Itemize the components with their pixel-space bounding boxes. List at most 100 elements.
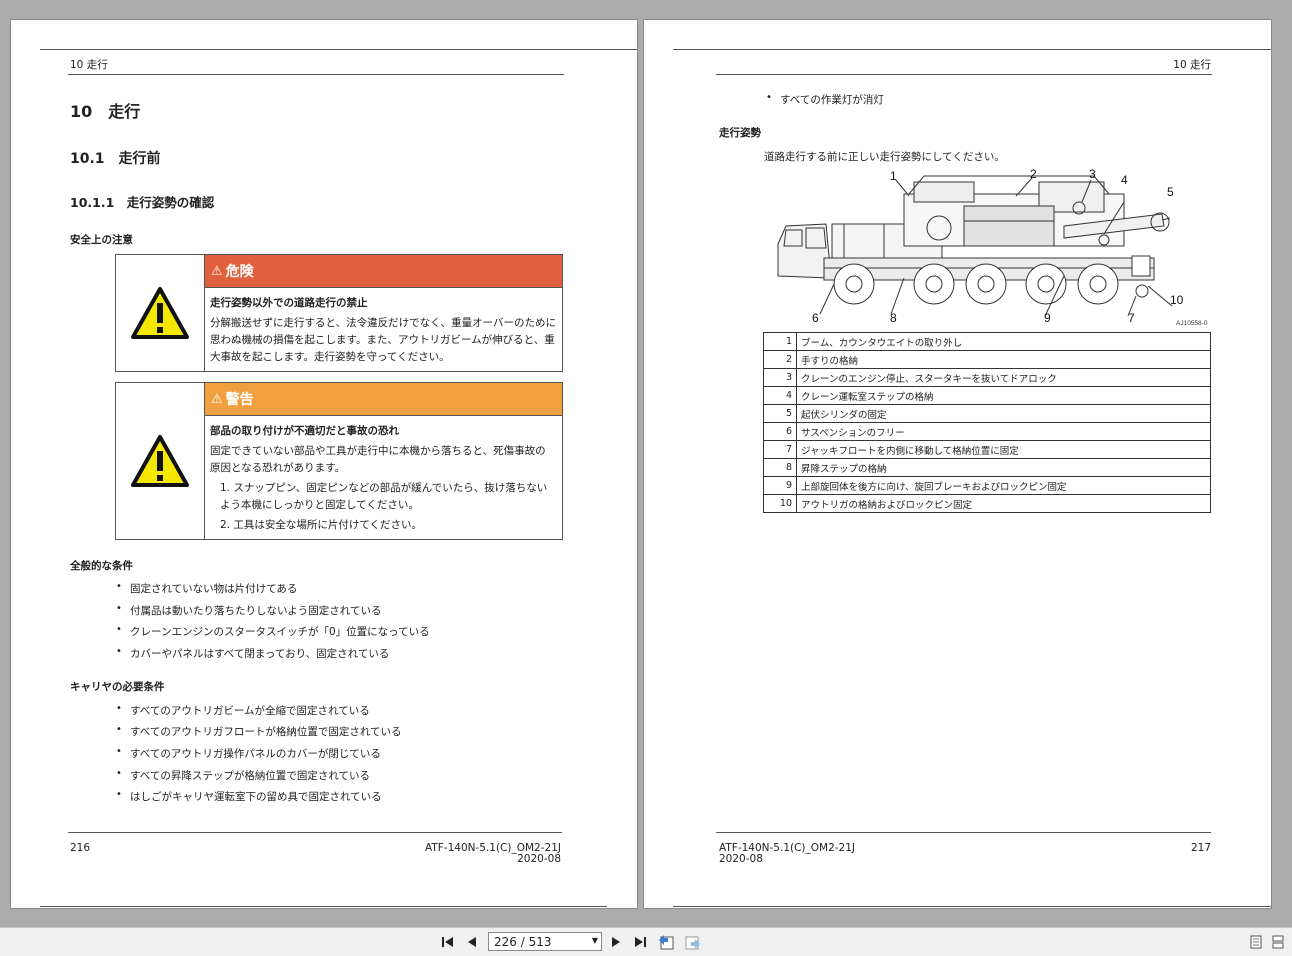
page-bottom-rule [40,906,607,907]
danger-box: ⚠ 危険 走行姿勢以外での道路走行の禁止 分解搬送せずに走行すると、法令違反だけ… [115,254,563,372]
row-text: ブーム、カウンタウエイトの取り外し [796,332,1211,351]
header-top-rule [40,49,637,50]
list-item: すべてのアウトリガビームが全縮で固定されている [116,703,370,718]
last-page-button[interactable] [632,934,648,950]
page-number: 216 [70,842,91,854]
safety-heading: 安全上の注意 [70,234,133,246]
row-number: 10 [763,494,797,513]
continuous-view-icon [1272,935,1284,949]
list-item: すべての作業灯が消灯 [766,92,884,107]
table-row: 5 起伏シリンダの固定 [763,404,1211,423]
row-text: クレーンのエンジン停止、スタータキーを抜いてドアロック [796,368,1211,387]
row-text: 起伏シリンダの固定 [796,404,1211,423]
forward-view-icon [685,936,700,950]
parts-table: 1 ブーム、カウンタウエイトの取り外し 2 手すりの格納 3 クレーンのエンジン停止、… [763,332,1211,513]
list-item: すべてのアウトリガ操作パネルのカバーが閉じている [116,746,381,761]
general-heading: 全般的な条件 [70,560,133,572]
running-header: 10 走行 [1173,59,1211,71]
crane-drawing: 1 2 3 4 5 6 7 8 9 10 AJ10558-0 [777,167,1208,327]
table-row: 2 手すりの格納 [763,350,1211,369]
single-page-icon [1250,935,1262,949]
warning-bar: ⚠ 警告 [205,383,562,416]
danger-label: 危険 [225,264,254,280]
row-number: 9 [763,476,797,495]
callout-label: 10 [1170,293,1184,307]
go-forward-view-button[interactable] [684,934,702,950]
list-item: クレーンエンジンのスタータスイッチが「0」位置になっている [116,624,430,639]
back-view-icon [659,935,674,950]
row-text: サスペンションのフリー [796,422,1211,441]
list-item: すべてのアウトリガフロートが格納位置で固定されている [116,724,402,739]
header-rule [716,74,1212,75]
row-number: 7 [763,440,797,459]
danger-text: 分解搬送せずに走行すると、法令違反だけでなく、重量オーバーのために思わぬ機械の損… [210,317,556,363]
list-item: すべての昇降ステップが格納位置で固定されている [116,768,370,783]
list-item: 付属品は動いたり落ちたりしないよう固定されている [116,603,381,618]
warning-triangle-icon [116,255,205,371]
table-row: 7 ジャッキフロートを内側に移動して格納位置に固定 [763,440,1211,459]
warning-item: 2. 工具は安全な場所に片付けてください。 [220,519,423,531]
next-page-button[interactable] [608,934,624,950]
row-number: 1 [763,332,797,351]
previous-page-button[interactable] [464,934,480,950]
row-number: 6 [763,422,797,441]
row-number: 4 [763,386,797,405]
table-row: 3 クレーンのエンジン停止、スタータキーを抜いてドアロック [763,368,1211,387]
go-back-view-button[interactable] [657,934,675,950]
next-page-icon [612,937,620,947]
callout-label: 1 [890,169,897,183]
warning-label: 警告 [225,392,254,408]
continuous-view-button[interactable] [1270,934,1286,950]
row-text: 手すりの格納 [796,350,1211,369]
previous-page-icon [468,937,476,947]
doc-date: 2020-08 [719,853,763,865]
chapter-title: 10 走行 [70,102,141,121]
travel-heading: 走行姿勢 [719,127,761,139]
alert-icon: ⚠ [211,391,223,407]
callout-label: 5 [1167,185,1174,199]
callout-label: 2 [1030,167,1037,181]
left-page: 10 走行 10 走行 10.1 走行前 10.1.1 走行姿勢の確認 安全上の… [10,19,638,909]
table-row: 10 アウトリガの格納およびロックピン固定 [763,494,1211,513]
subsection-title: 10.1.1 走行姿勢の確認 [70,195,215,210]
list-item: カバーやパネルはすべて閉まっており、固定されている [116,646,389,661]
table-row: 1 ブーム、カウンタウエイトの取り外し [763,332,1211,351]
row-number: 5 [763,404,797,423]
row-text: アウトリガの格納およびロックピン固定 [796,494,1211,513]
carrier-heading: キャリヤの必要条件 [70,681,165,693]
header-top-rule [673,49,1271,50]
warning-item: 1. スナップピン、固定ピンなどの部品が緩んでいたら、抜け落ちないよう本機にしっ… [220,482,548,511]
danger-title: 走行姿勢以外での道路走行の禁止 [210,297,368,309]
running-header: 10 走行 [70,59,108,71]
callout-label: 9 [1044,311,1051,325]
table-row: 4 クレーン運転室ステップの格納 [763,386,1211,405]
footer-rule [68,832,562,833]
navigation-toolbar: 226 / 513 ▼ [0,927,1292,956]
page-selector[interactable]: 226 / 513 ▼ [488,932,602,951]
row-text: 上部旋回体を後方に向け、旋回ブレーキおよびロックピン固定 [796,476,1211,495]
warning-text: 固定できていない部品や工具が走行中に本機から落ちると、死傷事故の原因となる恐れが… [210,445,546,474]
page-number: 217 [1190,842,1211,854]
row-text: ジャッキフロートを内側に移動して格納位置に固定 [796,440,1211,459]
single-page-view-button[interactable] [1248,934,1264,950]
table-row: 8 昇降ステップの格納 [763,458,1211,477]
right-page: 10 走行 すべての作業灯が消灯 走行姿勢 道路走行する前に正しい走行姿勢にして… [643,19,1272,909]
callout-label: 8 [890,311,897,325]
chevron-down-icon: ▼ [591,936,598,945]
callout-label: 4 [1121,173,1128,187]
table-row: 9 上部旋回体を後方に向け、旋回ブレーキおよびロックピン固定 [763,476,1211,495]
row-number: 2 [763,350,797,369]
figure-id: AJ10558-0 [1176,320,1208,326]
first-page-button[interactable] [440,934,456,950]
first-page-icon [442,937,453,947]
page-bottom-rule [673,906,1271,907]
danger-bar: ⚠ 危険 [205,255,562,288]
list-item: はしごがキャリヤ運転室下の留め具で固定されている [116,789,382,804]
section-title: 10.1 走行前 [70,151,161,167]
callout-label: 6 [812,311,819,325]
warning-triangle-icon [116,383,205,539]
row-number: 3 [763,368,797,387]
header-rule [68,74,564,75]
row-text: クレーン運転室ステップの格納 [796,386,1211,405]
callout-label: 3 [1089,167,1096,181]
